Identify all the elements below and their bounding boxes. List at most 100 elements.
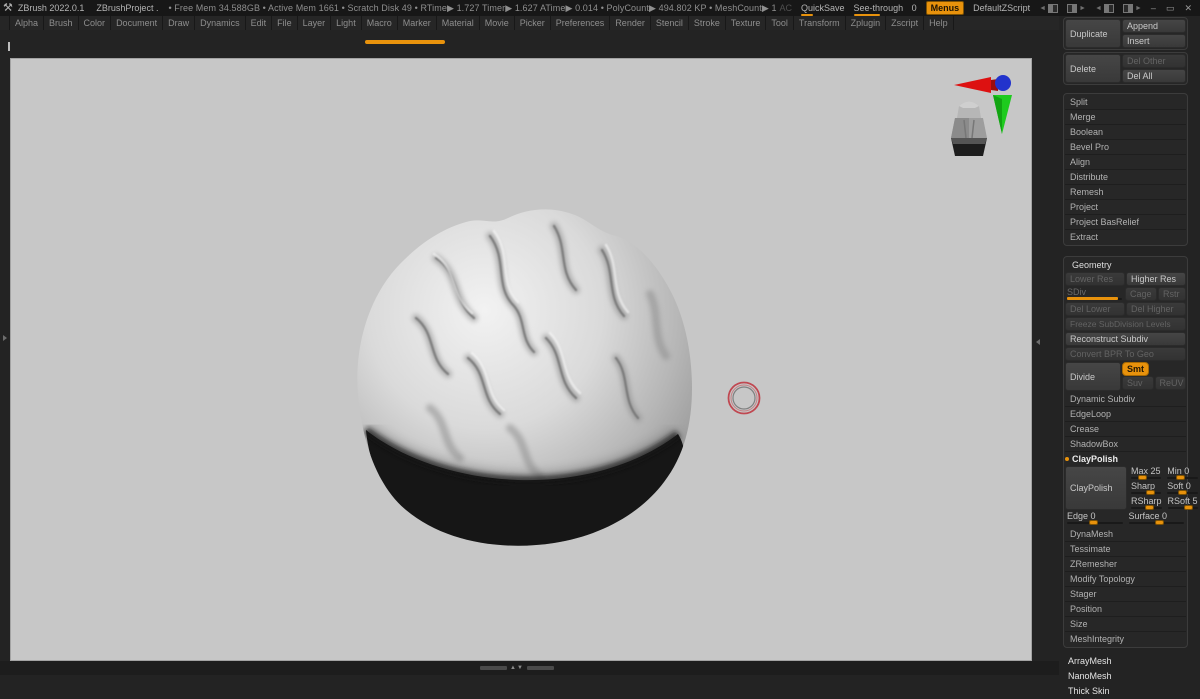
subpalette-remesh[interactable]: Remesh [1065, 185, 1186, 200]
subpalette-crease[interactable]: Crease [1065, 422, 1186, 437]
menu-marker[interactable]: Marker [398, 16, 437, 30]
quicksave-button[interactable]: QuickSave [801, 3, 845, 16]
suv-button[interactable]: Suv [1122, 376, 1154, 390]
menu-render[interactable]: Render [610, 16, 651, 30]
divider-bar-left[interactable] [480, 666, 507, 670]
lower-res-button[interactable]: Lower Res [1065, 272, 1125, 286]
delete-button[interactable]: Delete [1065, 54, 1121, 83]
menu-transform[interactable]: Transform [794, 16, 846, 30]
subpalette-stager[interactable]: Stager [1065, 587, 1186, 602]
duplicate-button[interactable]: Duplicate [1065, 19, 1121, 48]
del-lower-button[interactable]: Del Lower [1065, 302, 1125, 316]
menu-tool[interactable]: Tool [766, 16, 794, 30]
sharp-slider[interactable]: Sharp [1129, 481, 1163, 495]
menu-color[interactable]: Color [79, 16, 112, 30]
rstr-button[interactable]: Rstr [1158, 287, 1186, 301]
menu-light[interactable]: Light [331, 16, 362, 30]
menu-document[interactable]: Document [111, 16, 164, 30]
right-panel-toggle-icon[interactable]: ► [1122, 3, 1142, 13]
min-slider[interactable]: Min 0 [1165, 466, 1199, 480]
subpalette-thick-skin[interactable]: Thick Skin [1063, 684, 1188, 699]
menu-zplugin[interactable]: Zplugin [846, 16, 887, 30]
menu-macro[interactable]: Macro [362, 16, 398, 30]
subpalette-bevel-pro[interactable]: Bevel Pro [1065, 140, 1186, 155]
default-zscript-button[interactable]: DefaultZScript [973, 3, 1030, 13]
right-tray-toggle-icon[interactable]: ► [1067, 3, 1086, 13]
subpalette-tessimate[interactable]: Tessimate [1065, 542, 1186, 557]
menu-layer[interactable]: Layer [298, 16, 332, 30]
minimize-button[interactable]: – [1151, 3, 1156, 13]
del-higher-button[interactable]: Del Higher [1126, 302, 1186, 316]
freeze-subdivision-button[interactable]: Freeze SubDivision Levels [1065, 317, 1186, 331]
max-slider[interactable]: Max 25 [1129, 466, 1163, 480]
rsharp-slider[interactable]: RSharp [1129, 496, 1164, 510]
divider-bar-right[interactable] [526, 666, 554, 670]
divide-button[interactable]: Divide [1065, 362, 1121, 391]
smt-toggle[interactable]: Smt [1122, 362, 1150, 376]
sdiv-slider[interactable]: SDiv [1065, 287, 1124, 301]
close-button[interactable]: ✕ [1184, 3, 1192, 14]
claypolish-section-header[interactable]: ClayPolish [1065, 452, 1186, 466]
menu-draw[interactable]: Draw [163, 16, 196, 30]
subpalette-arraymesh[interactable]: ArrayMesh [1063, 654, 1188, 669]
subpalette-shadowbox[interactable]: ShadowBox [1065, 437, 1186, 452]
menu-stroke[interactable]: Stroke [689, 16, 726, 30]
see-through-slider[interactable]: See-through 0 [853, 3, 917, 16]
divider-arrows-icon[interactable]: ▲▼ [510, 665, 524, 671]
menu-texture[interactable]: Texture [726, 16, 767, 30]
menus-button[interactable]: Menus [925, 1, 965, 15]
subpalette-align[interactable]: Align [1065, 155, 1186, 170]
menu-file[interactable]: File [272, 16, 298, 30]
reconstruct-subdiv-button[interactable]: Reconstruct Subdiv [1065, 332, 1186, 346]
insert-button[interactable]: Insert [1122, 34, 1186, 48]
left-panel-toggle-icon[interactable]: ◄ [1095, 3, 1114, 13]
menu-preferences[interactable]: Preferences [551, 16, 611, 30]
subpalette-split[interactable]: Split [1065, 95, 1186, 110]
left-tray-toggle-icon[interactable]: ◄ [1039, 3, 1059, 13]
ac-toggle[interactable]: AC [780, 3, 793, 13]
subpalette-project-basrelief[interactable]: Project BasRelief [1065, 215, 1186, 230]
sculpt-canvas[interactable] [10, 58, 1032, 661]
left-tray-handle[interactable] [0, 328, 9, 348]
menu-dynamics[interactable]: Dynamics [195, 16, 246, 30]
rsoft-slider[interactable]: RSoft 5 [1166, 496, 1200, 510]
right-tray-handle[interactable] [1033, 332, 1042, 352]
edge-slider[interactable]: Edge 0 [1065, 511, 1125, 525]
menu-zscript[interactable]: Zscript [886, 16, 925, 30]
convert-bpr-button[interactable]: Convert BPR To Geo [1065, 347, 1186, 361]
subpalette-distribute[interactable]: Distribute [1065, 170, 1186, 185]
surface-slider[interactable]: Surface 0 [1127, 511, 1187, 525]
subpalette-merge[interactable]: Merge [1065, 110, 1186, 125]
geometry-header[interactable]: Geometry [1065, 258, 1186, 272]
menu-help[interactable]: Help [924, 16, 954, 30]
del-other-button[interactable]: Del Other [1122, 54, 1186, 68]
subpalette-zremesher[interactable]: ZRemesher [1065, 557, 1186, 572]
subpalette-dynamic-subdiv[interactable]: Dynamic Subdiv [1065, 392, 1186, 407]
soft-slider[interactable]: Soft 0 [1165, 481, 1199, 495]
claypolish-button[interactable]: ClayPolish [1065, 466, 1127, 510]
subpalette-modify-topology[interactable]: Modify Topology [1065, 572, 1186, 587]
menu-movie[interactable]: Movie [480, 16, 515, 30]
canvas-divider-handle[interactable]: ▲▼ [480, 665, 554, 671]
restore-button[interactable]: ▭ [1166, 3, 1175, 14]
subpalette-dynamesh[interactable]: DynaMesh [1065, 527, 1186, 542]
subpalette-nanomesh[interactable]: NanoMesh [1063, 669, 1188, 684]
reuv-button[interactable]: ReUV [1154, 376, 1186, 390]
subpalette-meshintegrity[interactable]: MeshIntegrity [1065, 632, 1186, 646]
menu-edit[interactable]: Edit [246, 16, 273, 30]
menu-material[interactable]: Material [437, 16, 480, 30]
subpalette-boolean[interactable]: Boolean [1065, 125, 1186, 140]
menu-alpha[interactable]: Alpha [9, 16, 45, 30]
subpalette-extract[interactable]: Extract [1065, 230, 1186, 244]
subpalette-edgeloop[interactable]: EdgeLoop [1065, 407, 1186, 422]
tool-preview-thumbnail[interactable] [942, 94, 996, 162]
subpalette-project[interactable]: Project [1065, 200, 1186, 215]
subpalette-size[interactable]: Size [1065, 617, 1186, 632]
del-all-button[interactable]: Del All [1122, 69, 1186, 83]
menu-picker[interactable]: Picker [515, 16, 551, 30]
subpalette-position[interactable]: Position [1065, 602, 1186, 617]
append-button[interactable]: Append [1122, 19, 1186, 33]
menu-stencil[interactable]: Stencil [651, 16, 689, 30]
cage-button[interactable]: Cage [1125, 287, 1157, 301]
higher-res-button[interactable]: Higher Res [1126, 272, 1186, 286]
